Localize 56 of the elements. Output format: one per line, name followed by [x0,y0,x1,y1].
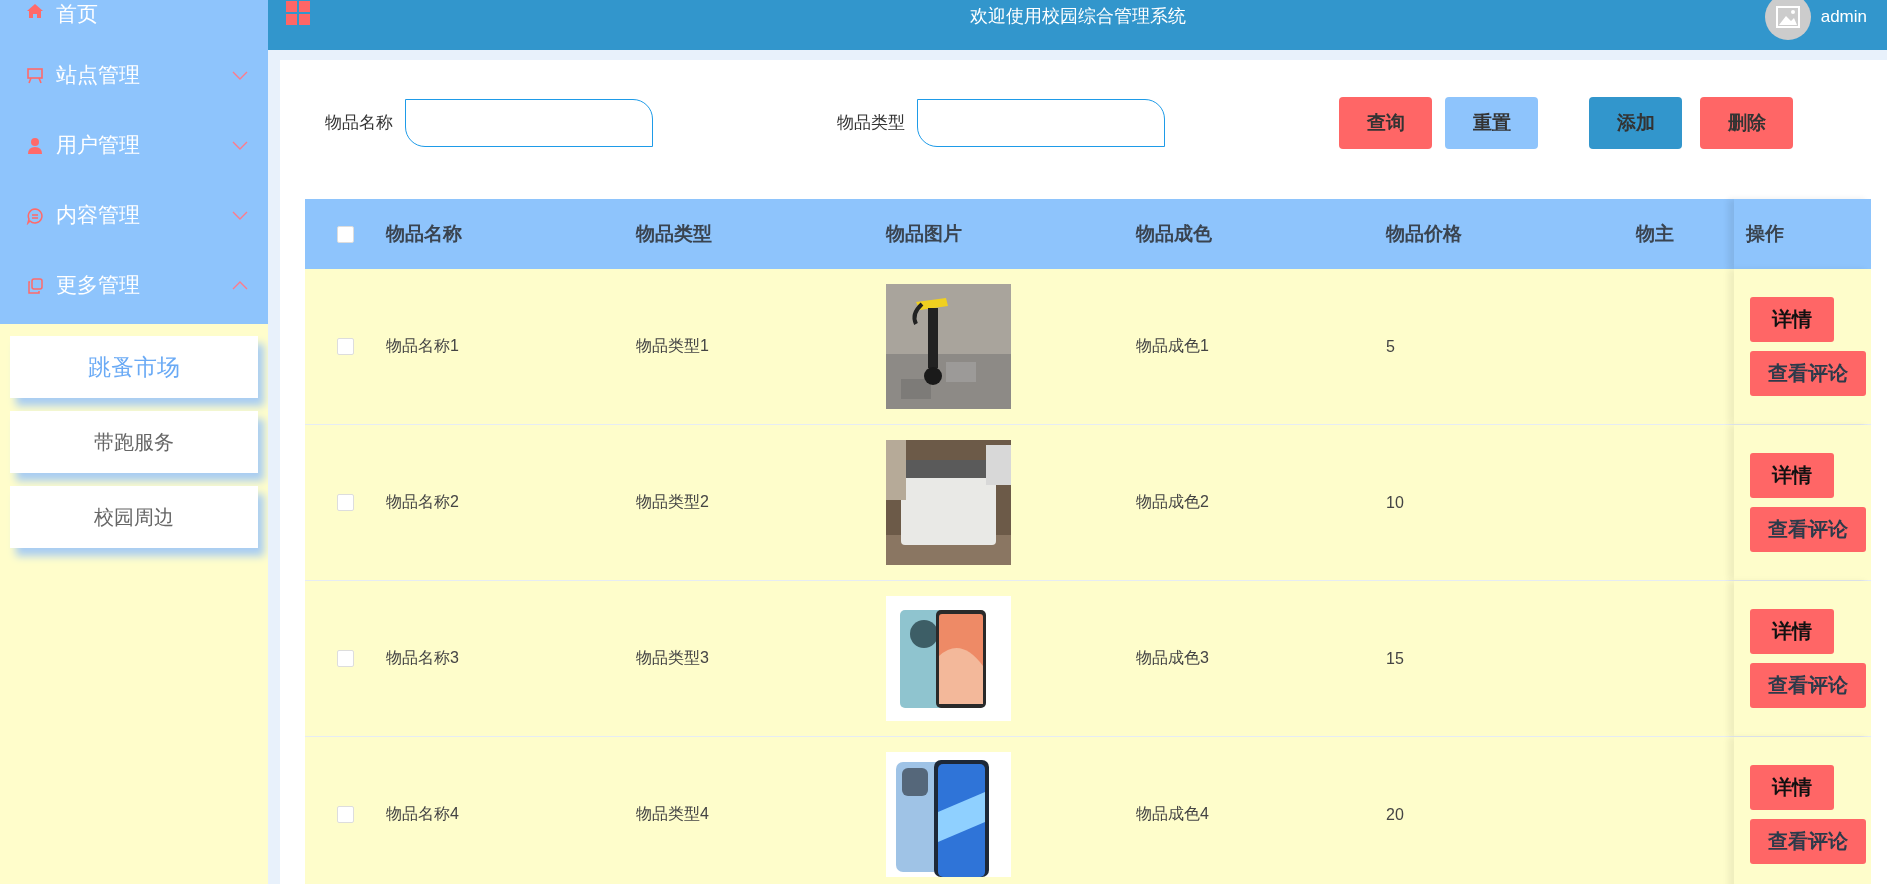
comments-button[interactable]: 查看评论 [1750,351,1866,396]
user-name: admin [1820,7,1867,27]
column-header: 物品名称 [386,222,462,246]
details-button[interactable]: 详情 [1750,609,1834,654]
table-cell-text: 物品类型2 [636,492,709,512]
table-cell: 15 [1386,649,1404,668]
board-icon [26,67,44,85]
submenu-item[interactable]: 跳蚤市场 [10,336,258,398]
search-field[interactable] [917,98,1165,147]
chat-icon [26,207,44,225]
table-cell-text: 物品成色1 [1136,336,1209,356]
field-label: 物品名称 [325,112,393,134]
copy-icon [26,277,44,295]
table-cell: 20 [1386,805,1404,824]
table-cell-text: 物品名称2 [386,492,459,512]
table-cell: 10 [1386,493,1404,512]
search-field[interactable] [405,98,653,147]
table-cell-text: 物品名称1 [386,336,459,356]
action-button[interactable]: 重置 [1445,96,1538,149]
home-icon [26,2,44,20]
table-cell-text: 物品名称3 [386,648,459,668]
table-cell-text: 物品类型1 [636,336,709,356]
avatar-icon[interactable] [1764,0,1811,40]
details-button[interactable]: 详情 [1750,297,1834,342]
column-header: 物品价格 [1386,222,1462,246]
comments-button[interactable]: 查看评论 [1750,507,1866,552]
action-button[interactable]: 查询 [1339,96,1432,149]
row-checkbox[interactable] [337,806,354,823]
comments-button[interactable]: 查看评论 [1750,819,1866,864]
table-cell-text: 物品类型4 [636,804,709,824]
row-checkbox[interactable] [337,494,354,511]
column-header: 物品成色 [1136,222,1212,246]
table-cell: 5 [1386,337,1395,356]
page-title: 欢迎使用校园综合管理系统 [969,5,1186,28]
row-checkbox[interactable] [337,650,354,667]
table-cell-text: 物品成色4 [1136,804,1209,824]
comments-button[interactable]: 查看评论 [1750,663,1866,708]
action-button[interactable]: 添加 [1589,96,1682,149]
table-cell-text: 物品名称4 [386,804,459,824]
submenu-item[interactable]: 校园周边 [10,486,258,548]
select-all-checkbox[interactable] [337,225,354,243]
column-header: 操作 [1746,222,1784,246]
column-header: 物品图片 [886,222,962,246]
field-label: 物品类型 [837,112,905,134]
details-button[interactable]: 详情 [1750,765,1834,810]
column-header: 物主 [1636,222,1674,246]
table-cell-text: 物品成色2 [1136,492,1209,512]
grid-icon[interactable] [286,1,310,25]
table-cell-text: 物品类型3 [636,648,709,668]
column-header: 物品类型 [636,222,712,246]
user-icon [26,137,44,155]
details-button[interactable]: 详情 [1750,453,1834,498]
submenu-item[interactable]: 带跑服务 [10,411,258,473]
action-button[interactable]: 删除 [1700,96,1793,149]
table-cell-text: 物品成色3 [1136,648,1209,668]
row-checkbox[interactable] [337,338,354,355]
